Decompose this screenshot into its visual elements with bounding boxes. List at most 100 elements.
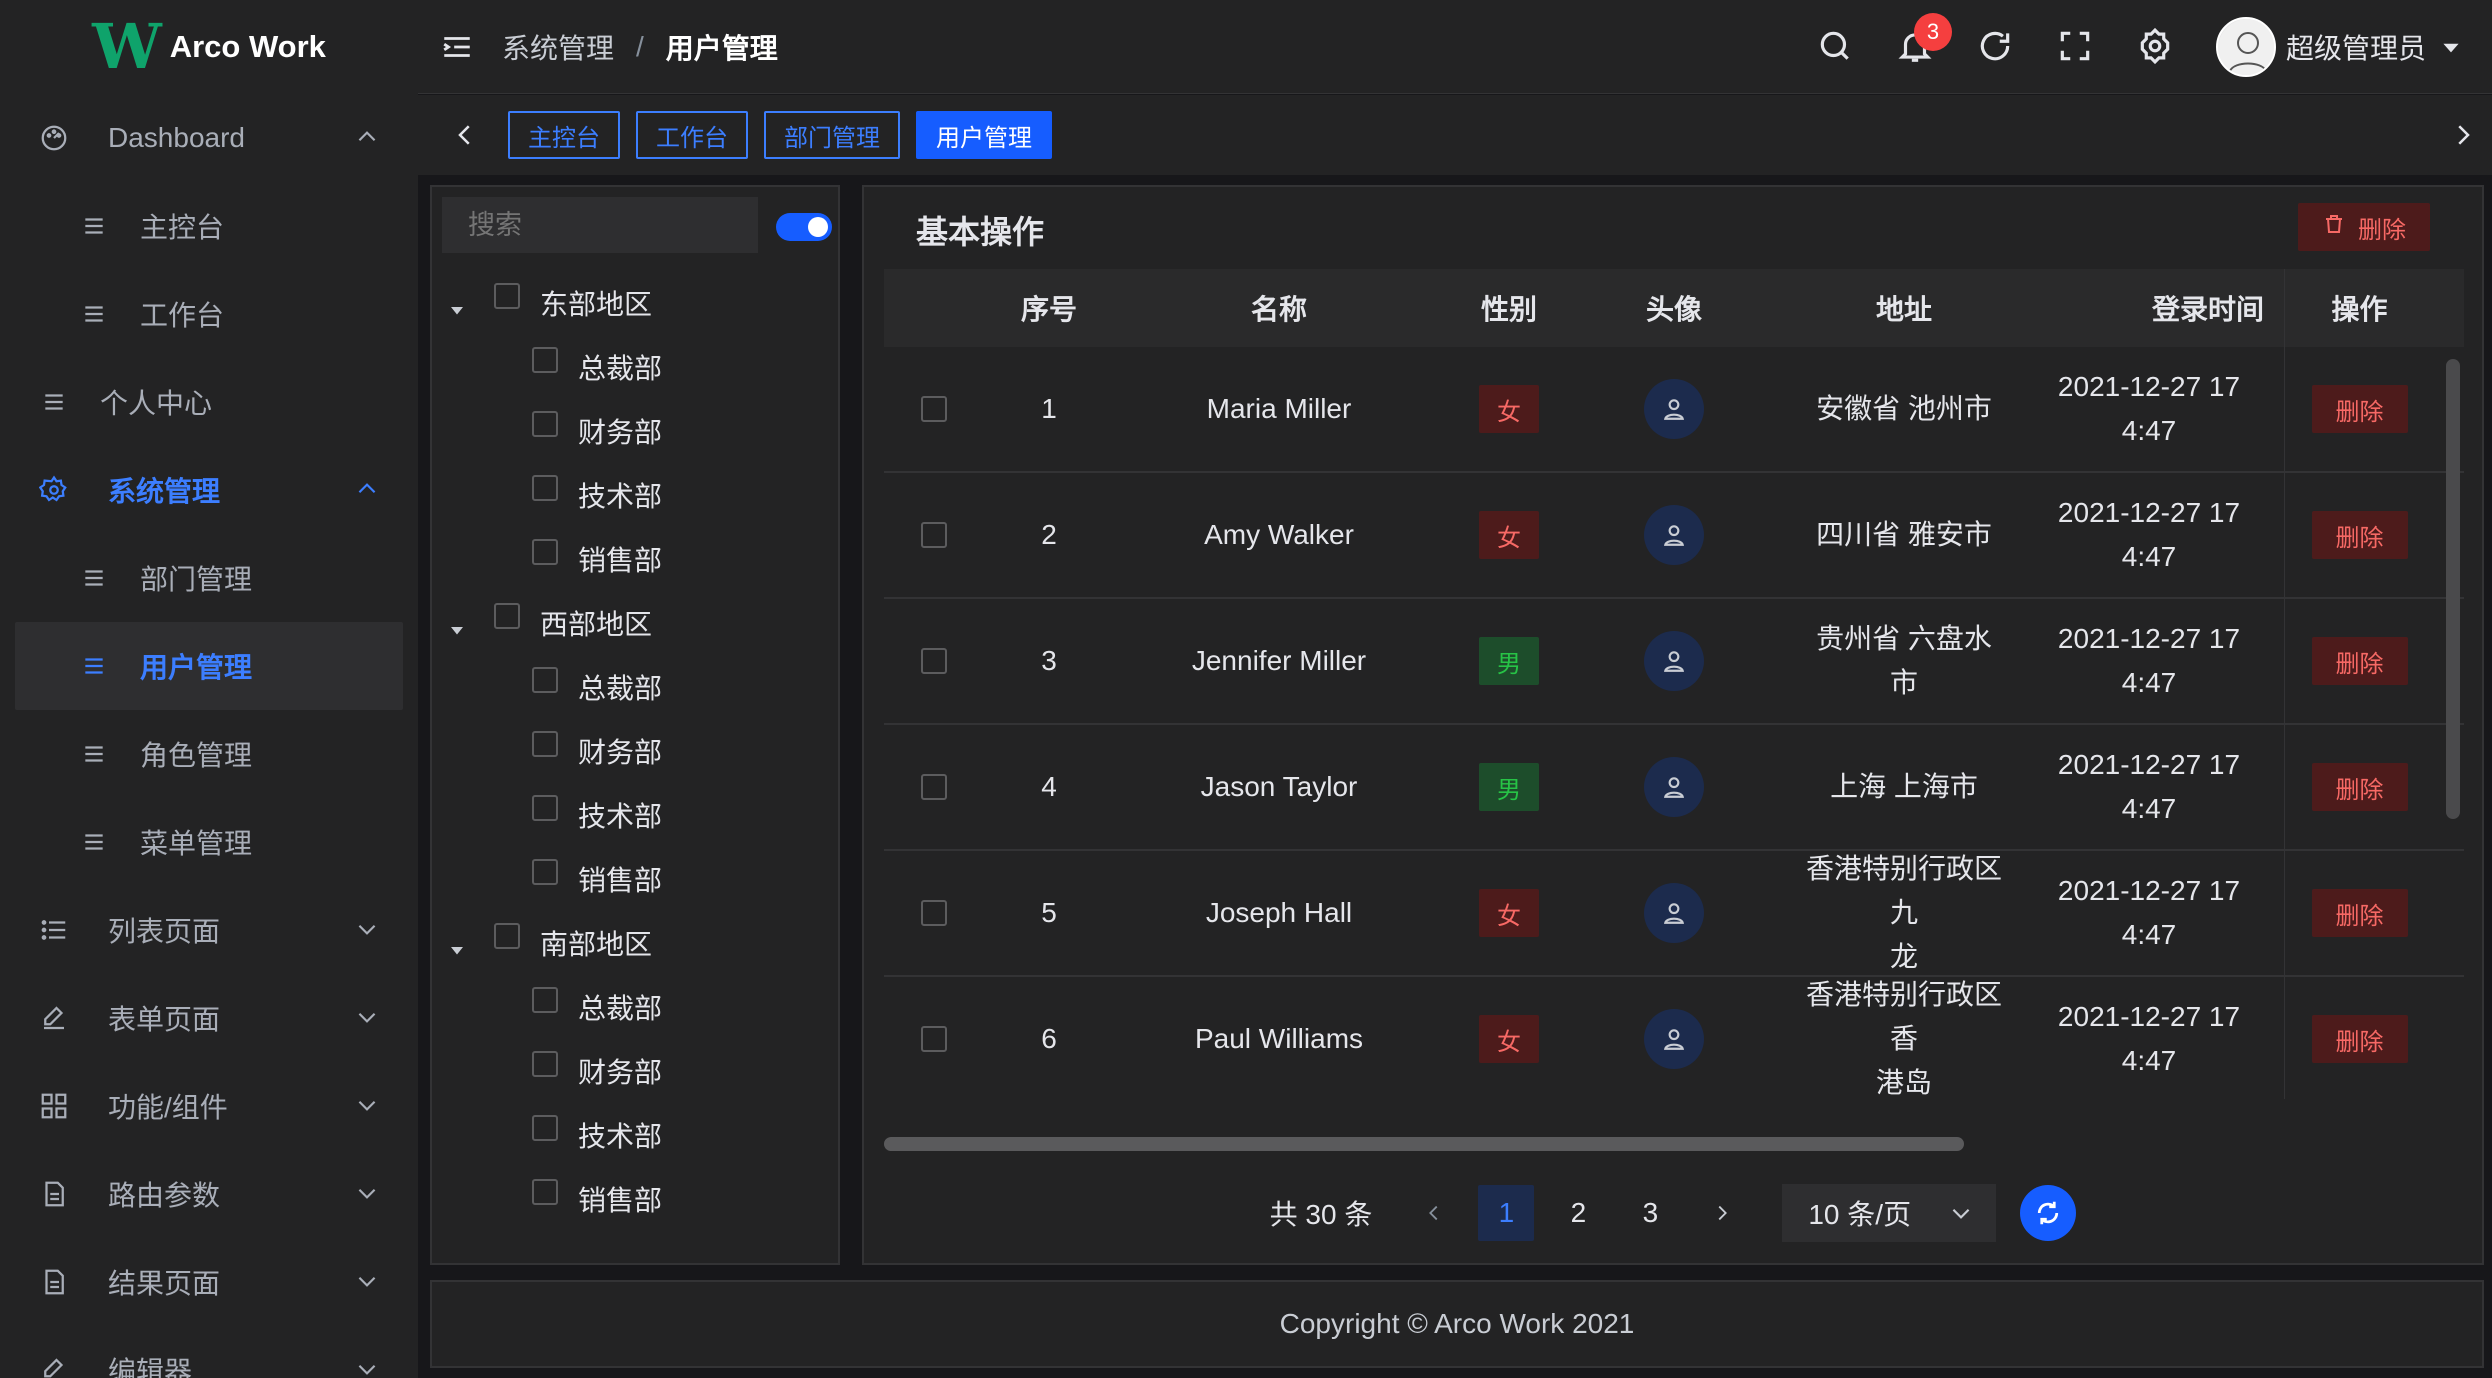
sidebar-item-dashboard[interactable]: Dashboard (0, 94, 418, 182)
refresh-icon[interactable] (1976, 27, 2016, 67)
row-checkbox[interactable] (921, 1026, 947, 1052)
tab-workbench[interactable]: 工作台 (636, 111, 748, 159)
sidebar-item-list[interactable]: 列表页面 (0, 886, 418, 974)
time-line: 2021-12-27 17 (2057, 371, 2241, 402)
page-button[interactable]: 1 (1478, 1185, 1535, 1241)
sidebar-item-role[interactable]: 角色管理 (0, 710, 418, 798)
tree-node-dept[interactable]: 总裁部 (432, 655, 838, 719)
sidebar-item-components[interactable]: 功能/组件 (0, 1062, 418, 1150)
tree-checkbox[interactable] (532, 667, 558, 693)
tree-node-dept[interactable]: 总裁部 (432, 975, 838, 1039)
sidebar-item-menu[interactable]: 菜单管理 (0, 798, 418, 886)
cell-avatar (1574, 631, 1774, 691)
username[interactable]: 超级管理员 (2286, 27, 2426, 67)
row-delete-button[interactable]: 删除 (2311, 637, 2408, 685)
caret-down-icon[interactable] (448, 614, 466, 635)
tree-checkbox[interactable] (494, 923, 520, 949)
tree-toggle-switch[interactable] (776, 213, 832, 241)
tree-node-region[interactable]: 西部地区 (432, 591, 838, 655)
tree-node-dept[interactable]: 技术部 (432, 783, 838, 847)
tree-checkbox[interactable] (532, 731, 558, 757)
sidebar-item-dept[interactable]: 部门管理 (0, 534, 418, 622)
chevron-left-icon[interactable] (450, 120, 480, 150)
tab-user[interactable]: 用户管理 (916, 111, 1052, 159)
avatar[interactable] (2215, 17, 2276, 77)
table-row: 6 Paul Williams 女 香港特别行政区 香港岛 2021-12-27 17 4… (884, 976, 2464, 1099)
refresh-button[interactable] (2020, 1185, 2077, 1241)
row-delete-button[interactable]: 删除 (2311, 763, 2408, 811)
row-checkbox[interactable] (921, 774, 947, 800)
row-checkbox[interactable] (921, 900, 947, 926)
main-content: 东部地区 总裁部 财务部 技术部 销售部 西部地区 总裁部 财务部 技术部 销售… (418, 175, 2492, 1378)
sidebar-item-label: 部门管理 (140, 564, 253, 595)
tree-checkbox[interactable] (532, 1051, 558, 1077)
tree-node-region[interactable]: 南部地区 (432, 911, 838, 975)
tree-node-dept[interactable]: 财务部 (432, 719, 838, 783)
page-button[interactable]: 2 (1550, 1185, 1606, 1241)
page-button[interactable]: 3 (1622, 1185, 1678, 1241)
tree-checkbox[interactable] (494, 603, 520, 629)
tree-checkbox[interactable] (532, 987, 558, 1013)
row-checkbox[interactable] (921, 396, 947, 422)
sidebar-item-workbench[interactable]: 工作台 (0, 270, 418, 358)
row-checkbox[interactable] (921, 522, 947, 548)
tree-checkbox[interactable] (532, 347, 558, 373)
sidebar-item-result[interactable]: 结果页面 (0, 1238, 418, 1326)
batch-delete-button[interactable]: 删除 (2298, 203, 2430, 251)
tree-checkbox[interactable] (532, 411, 558, 437)
search-icon[interactable] (1816, 27, 1856, 67)
sidebar-item-editor[interactable]: 编辑器 (0, 1326, 418, 1378)
caret-down-icon[interactable] (448, 934, 466, 955)
tree-node-dept[interactable]: 技术部 (432, 1103, 838, 1167)
tree-node-dept[interactable]: 销售部 (432, 527, 838, 591)
row-delete-button[interactable]: 删除 (2311, 1015, 2408, 1063)
tree-node-dept[interactable]: 总裁部 (432, 335, 838, 399)
cell-index: 6 (1041, 1023, 1057, 1054)
tab-dept[interactable]: 部门管理 (764, 111, 900, 159)
sidebar-item-route[interactable]: 路由参数 (0, 1150, 418, 1238)
cell-action: 删除 (2284, 976, 2434, 1099)
cell-address: 贵州省 六盘水市 (1774, 617, 2034, 705)
tree-search-input[interactable] (442, 197, 758, 253)
prev-page-icon[interactable] (1406, 1185, 1462, 1241)
chevron-right-icon[interactable] (2448, 120, 2478, 150)
sidebar-item-personal[interactable]: 个人中心 (0, 358, 418, 446)
next-page-icon[interactable] (1694, 1185, 1750, 1241)
tree-node-dept[interactable]: 财务部 (432, 399, 838, 463)
tree-node-dept[interactable]: 销售部 (432, 847, 838, 911)
tree-checkbox[interactable] (532, 1115, 558, 1141)
file-icon (38, 1178, 70, 1210)
menu-fold-icon[interactable] (440, 30, 474, 64)
tree-node-dept[interactable]: 技术部 (432, 463, 838, 527)
tree-node-region[interactable]: 东部地区 (432, 271, 838, 335)
row-delete-button[interactable]: 删除 (2311, 889, 2408, 937)
time-line: 4:47 (2121, 1045, 2177, 1076)
edit-icon (38, 1354, 70, 1378)
row-delete-button[interactable]: 删除 (2311, 511, 2408, 559)
caret-down-icon[interactable] (2438, 34, 2464, 60)
settings-icon[interactable] (2136, 27, 2176, 67)
vertical-scrollbar[interactable] (2446, 359, 2460, 819)
bell-icon[interactable]: 3 (1896, 13, 1952, 67)
sidebar-item-form[interactable]: 表单页面 (0, 974, 418, 1062)
logo[interactable]: W Arco Work (0, 0, 418, 94)
tree-checkbox[interactable] (532, 1179, 558, 1205)
fullscreen-icon[interactable] (2056, 27, 2096, 67)
sidebar-item-system[interactable]: 系统管理 (0, 446, 418, 534)
breadcrumb-item[interactable]: 系统管理 (502, 27, 614, 67)
page-size-select[interactable]: 10 条/页 (1782, 1184, 1997, 1242)
caret-down-icon[interactable] (448, 294, 466, 315)
row-delete-button[interactable]: 删除 (2311, 385, 2408, 433)
tree-checkbox[interactable] (494, 283, 520, 309)
tree-checkbox[interactable] (532, 859, 558, 885)
tree-node-dept[interactable]: 财务部 (432, 1039, 838, 1103)
tree-checkbox[interactable] (532, 475, 558, 501)
sidebar-item-console[interactable]: 主控台 (0, 182, 418, 270)
tab-console[interactable]: 主控台 (508, 111, 620, 159)
sidebar-item-user[interactable]: 用户管理 (15, 622, 403, 710)
horizontal-scrollbar[interactable] (884, 1137, 1964, 1151)
tree-checkbox[interactable] (532, 539, 558, 565)
row-checkbox[interactable] (921, 648, 947, 674)
tree-node-dept[interactable]: 销售部 (432, 1167, 838, 1231)
tree-checkbox[interactable] (532, 795, 558, 821)
